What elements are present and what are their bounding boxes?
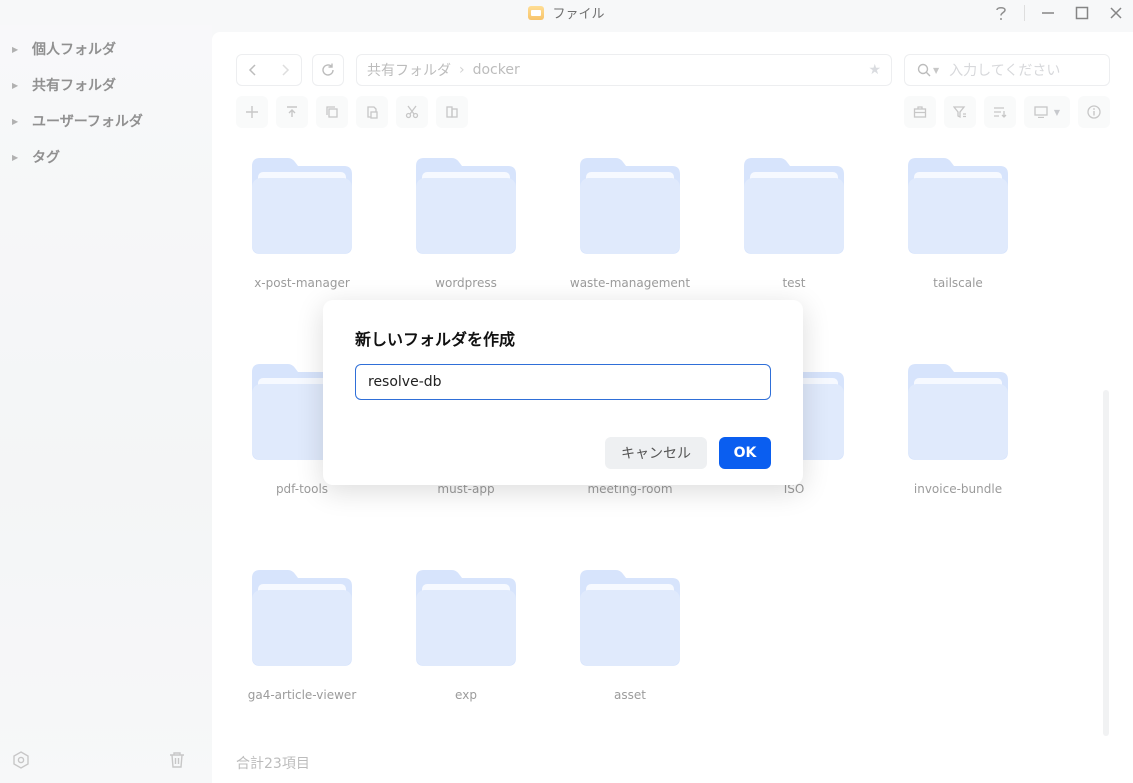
- ok-button[interactable]: OK: [719, 437, 771, 469]
- cancel-button[interactable]: キャンセル: [605, 437, 707, 469]
- new-folder-dialog: 新しいフォルダを作成 キャンセル OK: [323, 300, 803, 485]
- dialog-title: 新しいフォルダを作成: [355, 330, 516, 349]
- folder-name-input[interactable]: [355, 364, 771, 400]
